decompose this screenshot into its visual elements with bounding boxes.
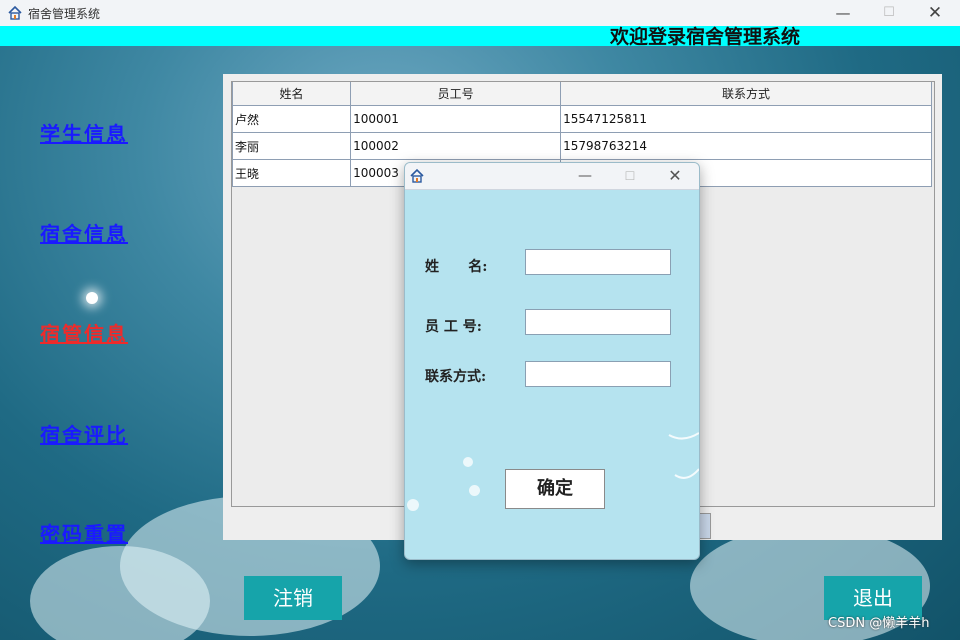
minimize-icon[interactable]: — — [820, 0, 866, 26]
dialog-maximize-icon[interactable]: ☐ — [608, 163, 652, 189]
cell-contact[interactable]: 15547125811 — [560, 105, 932, 133]
dialog-minimize-icon[interactable]: — — [563, 163, 607, 189]
cell-name[interactable]: 王晓 — [231, 159, 352, 187]
bubble-decoration — [463, 457, 473, 467]
close-icon[interactable]: ✕ — [912, 0, 958, 26]
contact-label: 联系方式: — [425, 369, 487, 385]
table-row[interactable]: 李丽 100002 15798763214 — [231, 132, 932, 160]
home-icon — [8, 5, 22, 20]
main-window: 宿舍管理系统 — ☐ ✕ 欢迎登录宿舍管理系统 学生信息 宿舍信息 宿管信息 宿… — [0, 0, 960, 640]
window-title: 宿舍管理系统 — [28, 7, 101, 21]
name-label: 姓 名: — [425, 259, 488, 275]
dialog-close-icon[interactable]: ✕ — [653, 163, 697, 189]
add-manager-dialog: — ☐ ✕ 姓 名: 员 工 号: 联系方式: 确定 — [404, 162, 700, 560]
nav-dorm-rating[interactable]: 宿舍评比 — [40, 419, 128, 448]
cell-employee-id[interactable]: 100001 — [350, 105, 562, 133]
confirm-button[interactable]: 确定 — [505, 469, 605, 509]
welcome-text: 欢迎登录宿舍管理系统 — [610, 26, 801, 48]
nav-password-reset[interactable]: 密码重置 — [40, 518, 128, 547]
welcome-bar — [0, 26, 960, 46]
star-glow — [86, 292, 98, 304]
title-bar: 宿舍管理系统 — ☐ ✕ — [0, 0, 960, 27]
nav-dorm-info[interactable]: 宿舍信息 — [40, 218, 128, 247]
cell-name[interactable]: 李丽 — [231, 132, 352, 160]
maximize-icon[interactable]: ☐ — [866, 0, 912, 26]
watermark: CSDN @懒羊羊h — [828, 616, 930, 631]
bubble-decoration — [407, 499, 419, 511]
employee-id-field[interactable] — [525, 309, 671, 335]
nav-student-info[interactable]: 学生信息 — [40, 118, 128, 147]
swirl-decoration — [668, 432, 699, 479]
cell-employee-id[interactable]: 100002 — [350, 132, 562, 160]
dialog-title-bar: — ☐ ✕ — [405, 163, 699, 190]
column-header-name[interactable]: 姓名 — [231, 82, 352, 106]
column-header-contact[interactable]: 联系方式 — [560, 82, 932, 106]
column-header-employee-id[interactable]: 员工号 — [350, 82, 562, 106]
contact-field[interactable] — [525, 361, 671, 387]
table-row[interactable]: 卢然 100001 15547125811 — [231, 105, 932, 133]
employee-id-label: 员 工 号: — [425, 319, 482, 335]
home-icon — [410, 168, 424, 183]
nav-manager-info[interactable]: 宿管信息 — [40, 318, 128, 347]
logout-button[interactable]: 注销 — [244, 576, 342, 620]
name-field[interactable] — [525, 249, 671, 275]
bubble-decoration — [469, 485, 480, 496]
cell-name[interactable]: 卢然 — [231, 105, 352, 133]
cell-contact[interactable]: 15798763214 — [560, 132, 932, 160]
